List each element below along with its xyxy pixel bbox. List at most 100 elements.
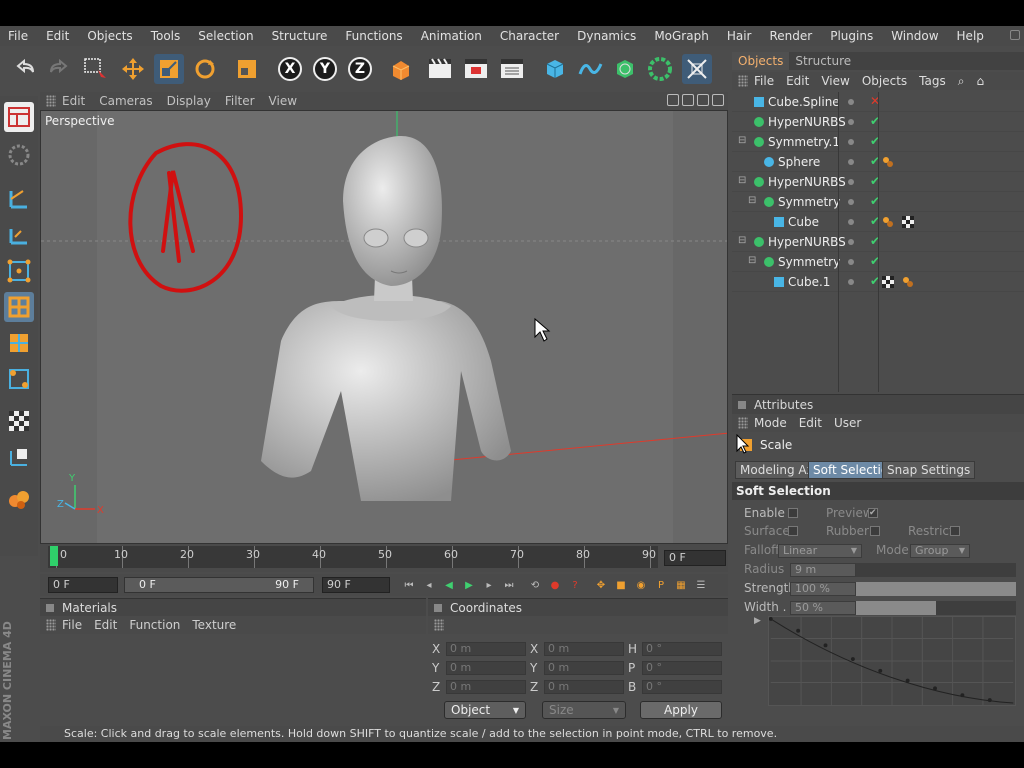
rect-selection-icon[interactable] — [80, 54, 110, 84]
visibility-dot-icon[interactable] — [848, 99, 854, 105]
hypernurbs-icon[interactable] — [610, 54, 640, 84]
menu-functions[interactable]: Functions — [336, 29, 411, 43]
array-icon[interactable] — [645, 54, 675, 84]
z-axis-lock-icon[interactable]: Z — [345, 54, 375, 84]
spline-pen-icon[interactable] — [575, 54, 605, 84]
om-menu-view[interactable]: View — [821, 74, 861, 88]
collapse-icon[interactable]: ⊟ — [738, 175, 746, 186]
visibility-dot-icon[interactable] — [848, 159, 854, 165]
autokey-icon[interactable]: ? — [566, 577, 584, 593]
visibility-dot-icon[interactable] — [848, 259, 854, 265]
menu-edit[interactable]: Edit — [37, 29, 78, 43]
viewport-menu-display[interactable]: Display — [167, 94, 225, 108]
points-mode-icon[interactable] — [4, 256, 34, 286]
timeline-ruler[interactable]: 0 10 20 30 40 50 60 70 80 90 — [48, 546, 658, 568]
end-frame-field[interactable]: 90 F — [322, 577, 390, 593]
materials-menu-function[interactable]: Function — [129, 618, 192, 632]
enable-checkbox[interactable] — [788, 508, 798, 518]
falloff-dropdown[interactable]: Linear ▼ — [778, 544, 862, 558]
play-forward-icon[interactable]: ▶ — [460, 577, 478, 593]
attr-menu-mode[interactable]: Mode — [754, 416, 799, 430]
x-axis-lock-icon[interactable]: X — [275, 54, 305, 84]
menu-help[interactable]: Help — [948, 29, 993, 43]
tab-structure[interactable]: Structure — [789, 52, 857, 70]
dolly-icon[interactable] — [682, 94, 694, 106]
model-mode-icon[interactable] — [4, 220, 34, 250]
strength-slider[interactable] — [856, 582, 1016, 596]
previous-key-icon[interactable]: ◂ — [420, 577, 438, 593]
radius-field[interactable]: 9 m — [790, 563, 856, 577]
attr-menu-edit[interactable]: Edit — [799, 416, 834, 430]
apply-button[interactable]: Apply — [640, 701, 722, 719]
polygons-mode-icon[interactable] — [4, 328, 34, 358]
next-key-icon[interactable]: ▸ — [480, 577, 498, 593]
menu-tools[interactable]: Tools — [142, 29, 190, 43]
menu-animation[interactable]: Animation — [412, 29, 491, 43]
rot-p-field[interactable]: 0 ° — [642, 661, 722, 675]
tab-snap-settings[interactable]: Snap Settings — [882, 461, 976, 479]
expand-arrow-icon[interactable]: ▶ — [754, 616, 761, 626]
surface-checkbox[interactable] — [788, 526, 798, 536]
pos-x-field[interactable]: 0 m — [446, 642, 526, 656]
cube-primitive-icon[interactable] — [540, 54, 570, 84]
viewport-menu-view[interactable]: View — [269, 94, 311, 108]
material-tag-icon[interactable] — [882, 216, 894, 228]
make-editable-icon[interactable] — [4, 140, 34, 170]
grip-icon[interactable] — [738, 75, 748, 87]
scale-tool-icon[interactable] — [154, 54, 184, 84]
menu-structure[interactable]: Structure — [263, 29, 337, 43]
undo-icon[interactable] — [10, 54, 40, 84]
rotate-tool-icon[interactable] — [190, 54, 220, 84]
key-position-icon[interactable]: ✥ — [592, 577, 610, 593]
coordinate-system-icon[interactable] — [385, 54, 415, 84]
visibility-dot-icon[interactable] — [848, 279, 854, 285]
grip-icon[interactable] — [434, 619, 444, 631]
om-menu-objects[interactable]: Objects — [862, 74, 919, 88]
texture-tag-icon[interactable] — [882, 276, 894, 288]
pan-icon[interactable] — [667, 94, 679, 106]
render-picture-viewer-icon[interactable] — [461, 54, 491, 84]
maximize-icon[interactable] — [712, 94, 724, 106]
collapse-icon[interactable]: ⊟ — [748, 255, 756, 266]
om-menu-edit[interactable]: Edit — [786, 74, 821, 88]
width-slider[interactable] — [856, 601, 1016, 615]
texture-tag-icon[interactable] — [902, 216, 914, 228]
grip-icon[interactable] — [738, 417, 748, 429]
radius-slider[interactable] — [856, 563, 1016, 577]
strength-field[interactable]: 100 % — [790, 582, 856, 596]
play-backward-icon[interactable]: ◀ — [440, 577, 458, 593]
edges-mode-icon[interactable] — [4, 292, 34, 322]
timeline-playhead[interactable] — [50, 546, 58, 566]
pos-z-field[interactable]: 0 m — [446, 680, 526, 694]
orbit-icon[interactable] — [697, 94, 709, 106]
menu-dynamics[interactable]: Dynamics — [568, 29, 645, 43]
rot-h-field[interactable]: 0 ° — [642, 642, 722, 656]
key-rotation-icon[interactable]: ◉ — [632, 577, 650, 593]
pos-y-field[interactable]: 0 m — [446, 661, 526, 675]
coord-size-dropdown[interactable]: Size ▼ — [542, 701, 626, 719]
collapse-icon[interactable]: ⊟ — [748, 195, 756, 206]
key-pla-icon[interactable]: ▦ — [672, 577, 690, 593]
collapse-icon[interactable]: ⊟ — [738, 135, 746, 146]
workplane-icon[interactable] — [4, 442, 34, 472]
menu-objects[interactable]: Objects — [78, 29, 141, 43]
grip-icon[interactable] — [46, 95, 56, 107]
go-to-end-icon[interactable]: ⏭ — [500, 577, 518, 593]
visibility-dot-icon[interactable] — [848, 119, 854, 125]
material-tag-icon[interactable] — [902, 276, 914, 288]
deformer-icon[interactable] — [682, 54, 712, 84]
visibility-dot-icon[interactable] — [848, 239, 854, 245]
key-param-icon[interactable]: P — [652, 577, 670, 593]
sculpt-icon[interactable] — [4, 484, 34, 514]
visibility-dot-icon[interactable] — [848, 219, 854, 225]
menu-render[interactable]: Render — [760, 29, 821, 43]
home-icon[interactable]: ⌂ — [976, 74, 996, 88]
start-frame-field[interactable]: 0 F — [48, 577, 118, 593]
uv-mode-icon[interactable] — [4, 364, 34, 394]
menu-hair[interactable]: Hair — [718, 29, 761, 43]
loop-icon[interactable]: ⟲ — [526, 577, 544, 593]
render-view-icon[interactable] — [425, 54, 455, 84]
render-settings-icon[interactable] — [497, 54, 527, 84]
menu-plugins[interactable]: Plugins — [821, 29, 882, 43]
go-to-start-icon[interactable]: ⏮ — [400, 577, 418, 593]
